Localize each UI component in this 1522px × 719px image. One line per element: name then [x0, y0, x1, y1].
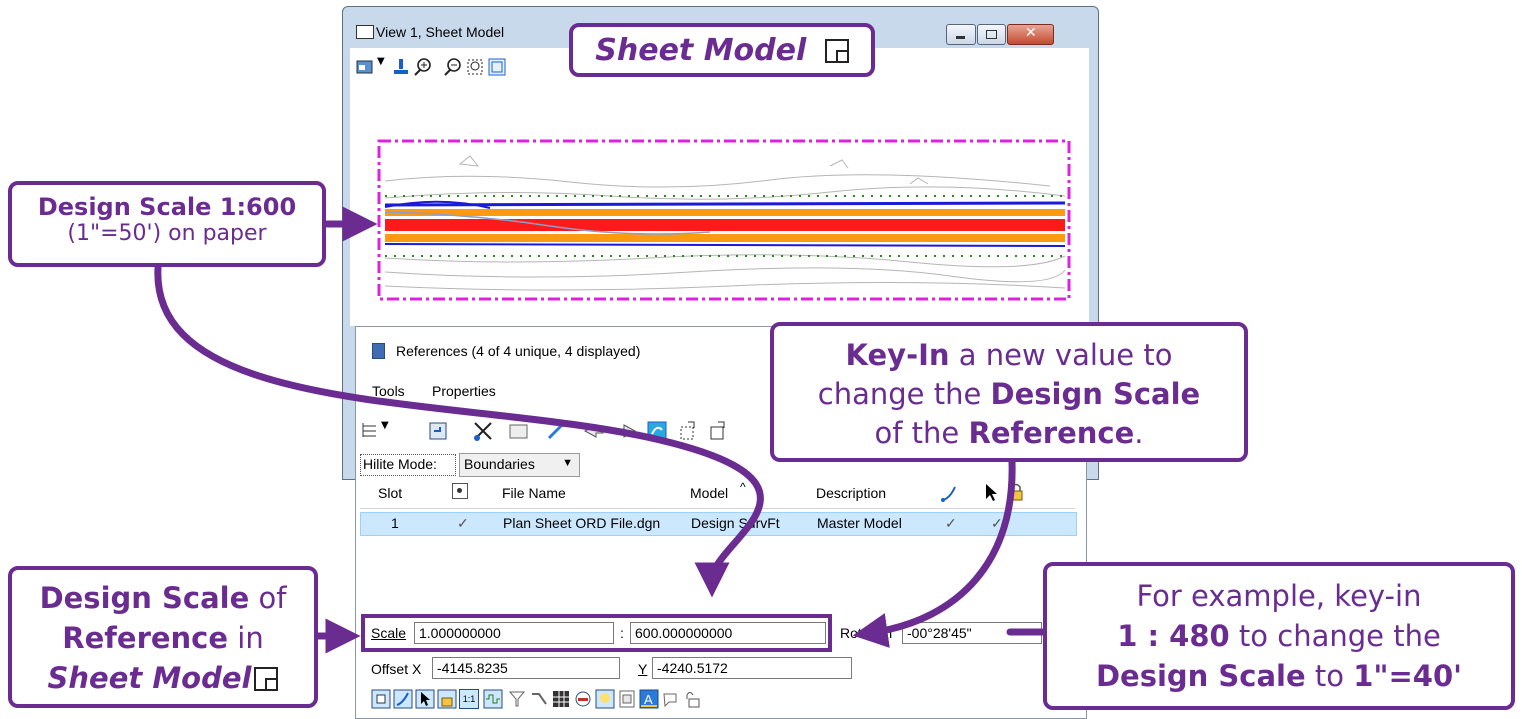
- sheet-model-icon: [254, 667, 279, 691]
- keyin-callout: Key-In a new value to change the Design …: [770, 322, 1248, 462]
- keyin-design-scale: Design Scale: [990, 377, 1201, 411]
- ref-text-1: of: [249, 581, 287, 615]
- keyin-text-1: a new value to: [949, 338, 1173, 372]
- keyin-text-3: of the: [874, 416, 969, 450]
- ref-reference: Reference: [62, 621, 229, 655]
- example-text-2: to change the: [1229, 619, 1441, 653]
- keyin-reference: Reference: [968, 416, 1135, 450]
- example-text-3: to: [1305, 659, 1354, 693]
- arrow-design-scale-to-field: [154, 264, 764, 598]
- design-scale-callout: Design Scale 1:600 (1"=50') on paper: [8, 181, 326, 267]
- example-text-1: For example, key-in: [1136, 579, 1422, 613]
- example-ratio: 1 : 480: [1117, 619, 1230, 653]
- reference-scale-callout: Design Scale of Reference in Sheet Model: [8, 566, 318, 708]
- sheet-model-callout: Sheet Model: [569, 23, 875, 77]
- sheet-model-icon: [824, 39, 849, 63]
- example-design-scale: Design Scale: [1095, 659, 1306, 693]
- design-scale-subtitle: (1"=50') on paper: [67, 221, 267, 246]
- design-scale-title: Design Scale 1:600: [37, 193, 297, 221]
- ref-sheet-model: Sheet Model: [47, 661, 252, 695]
- keyin-period: .: [1134, 416, 1144, 450]
- example-scale-value: 1"=40': [1353, 659, 1463, 693]
- keyin-emphasis: Key-In: [845, 338, 950, 372]
- ref-text-2: in: [228, 621, 264, 655]
- sheet-model-label: Sheet Model: [595, 33, 807, 68]
- keyin-text-2: change the: [817, 377, 991, 411]
- ref-design-scale: Design Scale: [39, 581, 250, 615]
- example-callout: For example, key-in 1 : 480 to change th…: [1043, 562, 1515, 710]
- arrow-keyin-to-field: [852, 458, 1016, 648]
